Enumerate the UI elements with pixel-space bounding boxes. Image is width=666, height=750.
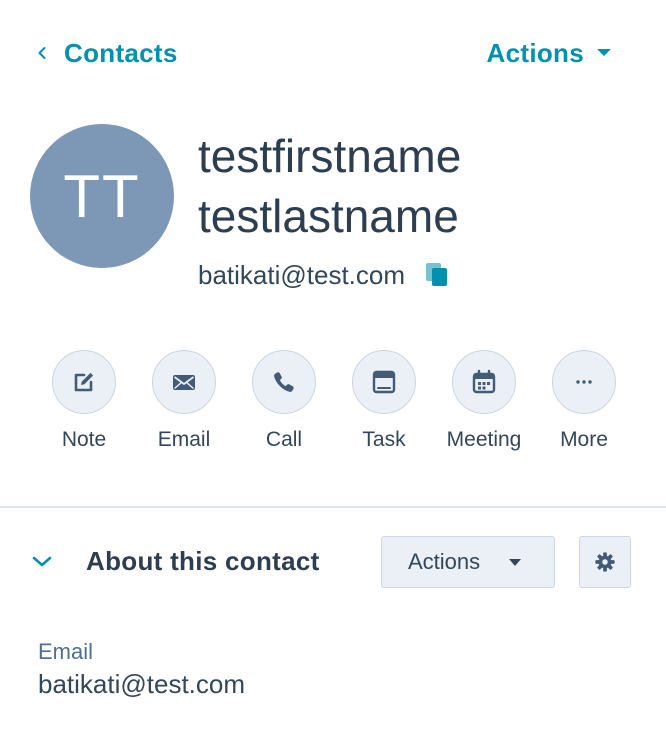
contact-last-name: testlastname bbox=[198, 190, 459, 242]
email-action-label: Email bbox=[157, 428, 211, 451]
about-section-header: About this contact Actions bbox=[0, 532, 666, 592]
email-action-button[interactable] bbox=[152, 350, 216, 414]
meeting-icon bbox=[472, 369, 496, 394]
copy-icon[interactable] bbox=[425, 262, 449, 288]
task-action-button[interactable] bbox=[352, 350, 416, 414]
call-icon bbox=[274, 372, 294, 392]
avatar: TT bbox=[30, 124, 174, 268]
note-action[interactable]: Note bbox=[34, 350, 134, 460]
call-action-button[interactable] bbox=[252, 350, 316, 414]
contact-email-row: batikati@test.com bbox=[198, 256, 449, 294]
task-action-label: Task bbox=[362, 428, 406, 451]
email-action[interactable]: Email bbox=[134, 350, 234, 460]
header-actions-label: Actions bbox=[486, 37, 584, 68]
about-actions-label: Actions bbox=[408, 549, 481, 574]
chevron-down-icon[interactable] bbox=[30, 550, 54, 574]
property-email: Email batikati@test.com bbox=[38, 638, 638, 702]
back-to-contacts-link[interactable]: Contacts bbox=[34, 34, 178, 72]
quick-actions-bar: Note Email Call Task Meeting More bbox=[34, 350, 634, 460]
contact-profile: TT testfirstname testlastname batikati@t… bbox=[0, 104, 666, 314]
property-label: Email bbox=[38, 639, 94, 664]
note-icon bbox=[74, 372, 94, 392]
caret-down-icon bbox=[597, 49, 611, 56]
record-header-bar: Contacts Actions bbox=[0, 0, 666, 104]
more-action[interactable]: More bbox=[534, 350, 634, 460]
contact-email[interactable]: batikati@test.com bbox=[198, 260, 405, 291]
email-icon bbox=[173, 375, 195, 390]
contact-first-name: testfirstname bbox=[198, 130, 462, 182]
caret-down-icon bbox=[509, 558, 522, 566]
call-action[interactable]: Call bbox=[234, 350, 334, 460]
contact-name: testfirstname testlastname bbox=[198, 126, 638, 246]
task-icon bbox=[372, 370, 396, 394]
call-action-label: Call bbox=[265, 428, 303, 451]
more-icon bbox=[576, 380, 592, 384]
avatar-initials: TT bbox=[63, 162, 141, 230]
meeting-action[interactable]: Meeting bbox=[434, 350, 534, 460]
property-value[interactable]: batikati@test.com bbox=[38, 666, 638, 702]
about-settings-button[interactable] bbox=[579, 536, 631, 588]
chevron-left-icon bbox=[38, 47, 46, 59]
gear-icon bbox=[595, 552, 615, 572]
back-link-label: Contacts bbox=[64, 37, 178, 68]
header-actions-dropdown[interactable]: Actions bbox=[487, 34, 612, 72]
meeting-action-label: Meeting bbox=[446, 428, 522, 451]
section-divider bbox=[0, 506, 666, 508]
about-section-title[interactable]: About this contact bbox=[86, 546, 320, 577]
meeting-action-button[interactable] bbox=[452, 350, 516, 414]
more-action-label: More bbox=[560, 428, 608, 451]
note-action-label: Note bbox=[61, 428, 107, 451]
more-action-button[interactable] bbox=[552, 350, 616, 414]
about-actions-dropdown[interactable]: Actions bbox=[381, 536, 555, 588]
task-action[interactable]: Task bbox=[334, 350, 434, 460]
note-action-button[interactable] bbox=[52, 350, 116, 414]
